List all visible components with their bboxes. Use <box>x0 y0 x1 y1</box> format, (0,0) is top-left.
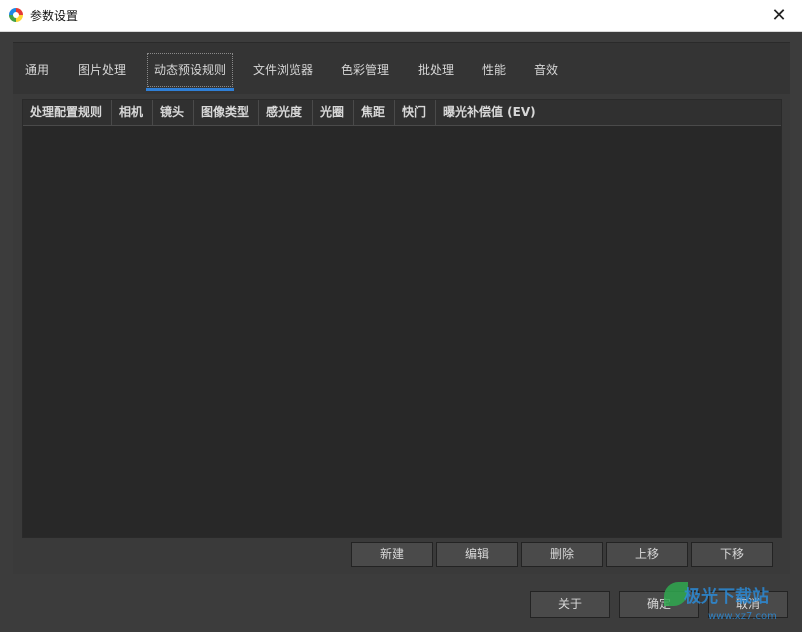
preferences-dialog: 参数设置 ✕ 通用 图片处理 动态预设规则 文件浏览器 色彩管理 批处理 性能 … <box>0 0 802 632</box>
rules-table[interactable]: 处理配置规则 相机 镜头 图像类型 感光度 光圈 焦距 快门 曝光补偿值 (EV… <box>22 99 782 538</box>
move-up-button[interactable]: 上移 <box>606 542 688 567</box>
tab-dynamic-preset-rules[interactable]: 动态预设规则 <box>146 53 235 91</box>
column-header-iso[interactable]: 感光度 <box>259 100 313 125</box>
tab-batch[interactable]: 批处理 <box>418 61 454 78</box>
column-header-aperture[interactable]: 光圈 <box>313 100 354 125</box>
column-header-shutter[interactable]: 快门 <box>395 100 436 125</box>
column-header-rule[interactable]: 处理配置规则 <box>23 100 112 125</box>
ok-button[interactable]: 确定 <box>619 591 699 618</box>
window-title: 参数设置 <box>30 9 79 23</box>
tab-file-browser[interactable]: 文件浏览器 <box>253 61 313 78</box>
active-tab-indicator <box>146 88 235 91</box>
tab-sound[interactable]: 音效 <box>534 61 558 78</box>
about-button[interactable]: 关于 <box>530 591 610 618</box>
tab-image-processing[interactable]: 图片处理 <box>78 61 126 78</box>
new-rule-button[interactable]: 新建 <box>351 542 433 567</box>
tab-dynamic-preset-rules-label: 动态预设规则 <box>154 63 227 77</box>
tab-bar: 通用 图片处理 动态预设规则 文件浏览器 色彩管理 批处理 性能 音效 <box>13 42 790 95</box>
cancel-button[interactable]: 取消 <box>708 591 788 618</box>
move-down-button[interactable]: 下移 <box>691 542 773 567</box>
edit-rule-button[interactable]: 编辑 <box>436 542 518 567</box>
app-logo-icon <box>9 8 23 22</box>
delete-rule-button[interactable]: 删除 <box>521 542 603 567</box>
tab-color-management[interactable]: 色彩管理 <box>341 61 389 78</box>
column-header-lens[interactable]: 镜头 <box>153 100 194 125</box>
column-header-focal-length[interactable]: 焦距 <box>354 100 395 125</box>
tab-general[interactable]: 通用 <box>25 61 49 78</box>
table-header: 处理配置规则 相机 镜头 图像类型 感光度 光圈 焦距 快门 曝光补偿值 (EV… <box>23 100 781 126</box>
close-button[interactable]: ✕ <box>756 0 802 31</box>
title-bar: 参数设置 ✕ <box>0 0 802 32</box>
column-header-camera[interactable]: 相机 <box>112 100 153 125</box>
column-header-image-type[interactable]: 图像类型 <box>194 100 259 125</box>
column-header-exposure-compensation[interactable]: 曝光补偿值 (EV) <box>436 100 781 125</box>
tab-performance[interactable]: 性能 <box>482 61 506 78</box>
